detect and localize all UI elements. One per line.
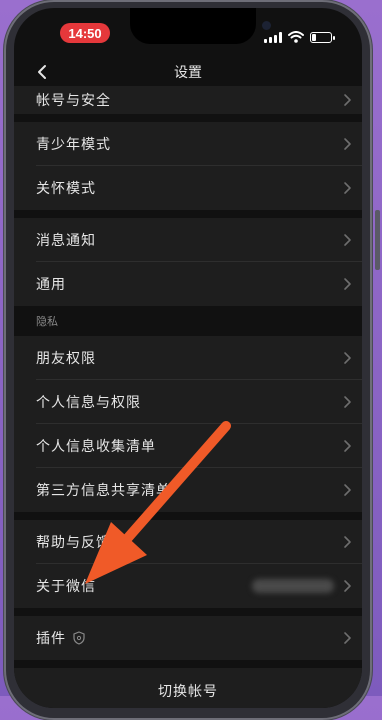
settings-item-care-mode[interactable]: 关怀模式 (14, 166, 362, 210)
status-bar: 14:50 (14, 8, 362, 50)
settings-item-notifications[interactable]: 消息通知 (14, 218, 362, 262)
switch-account-button[interactable]: 切换帐号 (14, 668, 362, 708)
chevron-right-icon (344, 94, 351, 106)
settings-item-general[interactable]: 通用 (14, 262, 362, 306)
settings-item-label: 消息通知 (36, 233, 96, 249)
side-button (375, 210, 380, 270)
switch-account-label: 切换帐号 (158, 684, 218, 700)
chevron-right-icon (344, 632, 351, 644)
settings-item-personal-info-list[interactable]: 个人信息收集清单 (14, 424, 362, 468)
settings-item-friend-permissions[interactable]: 朋友权限 (14, 336, 362, 380)
group-separator (14, 512, 362, 520)
group-separator (14, 114, 362, 122)
settings-item-account-security[interactable]: 帐号与安全 (14, 86, 362, 114)
settings-item-plugins[interactable]: 插件 (14, 616, 362, 660)
section-header-privacy: 隐私 (14, 306, 362, 336)
status-time: 14:50 (60, 23, 110, 43)
settings-item-label: 个人信息收集清单 (36, 439, 156, 455)
settings-item-label: 插件 (36, 631, 66, 647)
page-title: 设置 (174, 65, 202, 81)
status-icons (264, 30, 335, 44)
shield-icon (72, 631, 86, 645)
settings-item-label: 关于微信 (36, 579, 96, 595)
settings-item-youth-mode[interactable]: 青少年模式 (14, 122, 362, 166)
phone-screen: 14:50 设置 帐号与安全 青少年模式 关怀模式 消息通知 通用 隐私 朋友权… (14, 8, 362, 708)
settings-item-label: 帐号与安全 (36, 93, 111, 109)
settings-list: 帐号与安全 青少年模式 关怀模式 消息通知 通用 隐私 朋友权限 个人信息与权限… (14, 86, 362, 708)
settings-item-label: 关怀模式 (36, 181, 96, 197)
settings-item-label: 个人信息与权限 (36, 395, 141, 411)
chevron-right-icon (344, 234, 351, 246)
chevron-right-icon (344, 138, 351, 150)
section-header-label: 隐私 (36, 315, 58, 328)
settings-item-label: 第三方信息共享清单 (36, 483, 171, 499)
chevron-right-icon (344, 580, 351, 592)
settings-item-personal-info-permissions[interactable]: 个人信息与权限 (14, 380, 362, 424)
chevron-right-icon (344, 278, 351, 290)
settings-item-label: 青少年模式 (36, 137, 111, 153)
cellular-signal-icon (264, 31, 282, 43)
battery-icon (310, 31, 335, 43)
chevron-right-icon (344, 352, 351, 364)
group-separator (14, 210, 362, 218)
settings-item-label: 通用 (36, 277, 66, 293)
chevron-right-icon (344, 536, 351, 548)
navigation-bar: 设置 (14, 54, 362, 90)
settings-item-about-wechat[interactable]: 关于微信 (14, 564, 362, 608)
settings-item-third-party-list[interactable]: 第三方信息共享清单 (14, 468, 362, 512)
chevron-right-icon (344, 182, 351, 194)
chevron-right-icon (344, 440, 351, 452)
dynamic-island (130, 8, 271, 44)
group-separator (14, 608, 362, 616)
chevron-right-icon (344, 396, 351, 408)
battery-level (312, 33, 316, 41)
group-separator (14, 660, 362, 668)
version-value-blurred (252, 579, 334, 593)
wifi-icon (288, 31, 304, 43)
chevron-right-icon (344, 484, 351, 496)
settings-item-label: 朋友权限 (36, 351, 96, 367)
camera-icon (262, 21, 271, 30)
settings-item-label: 帮助与反馈 (36, 535, 111, 551)
settings-item-help-feedback[interactable]: 帮助与反馈 (14, 520, 362, 564)
